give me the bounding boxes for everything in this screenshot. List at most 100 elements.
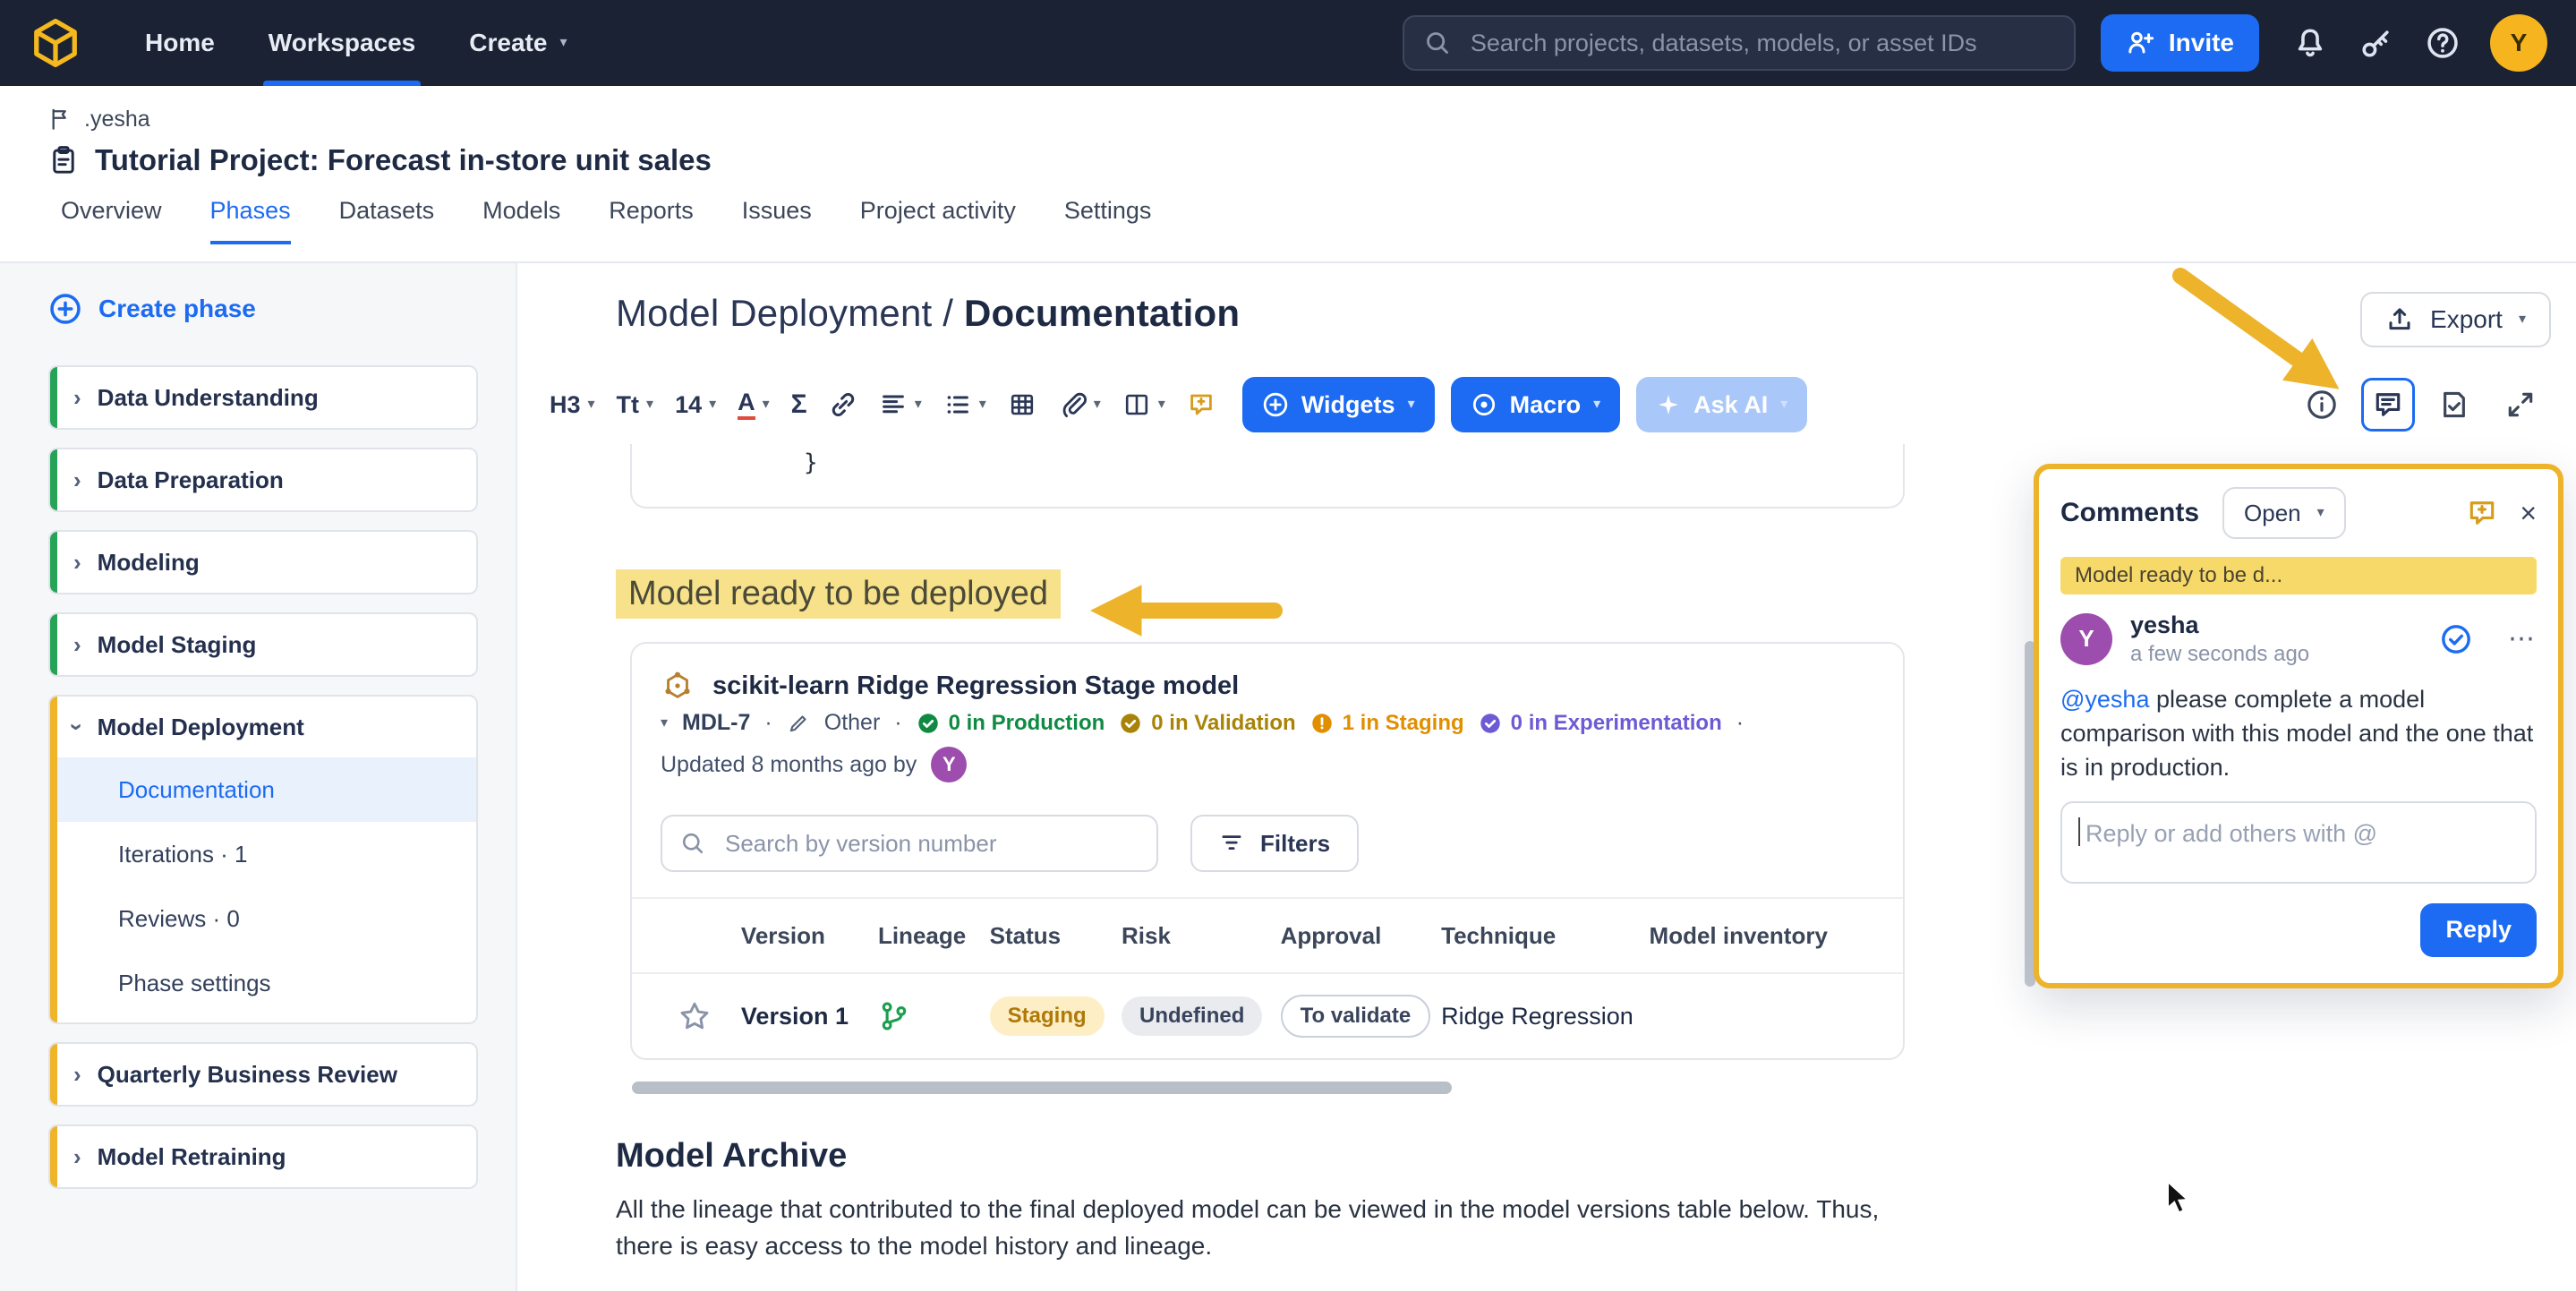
- help-button[interactable]: [2418, 19, 2467, 67]
- chevron-down-icon: ▾: [1158, 398, 1165, 412]
- code-block-tail[interactable]: }: [630, 444, 1905, 509]
- tab-datasets[interactable]: Datasets: [339, 197, 435, 244]
- tab-reports[interactable]: Reports: [609, 197, 694, 244]
- edit-icon[interactable]: [787, 712, 810, 735]
- phase-header-model-deployment[interactable]: ›Model Deployment: [50, 697, 476, 757]
- attachment-dropdown[interactable]: ▾: [1047, 378, 1112, 432]
- favorite-star-icon[interactable]: [678, 1000, 741, 1032]
- close-comments-button[interactable]: ×: [2520, 499, 2537, 527]
- comments-filter-dropdown[interactable]: Open▾: [2222, 487, 2346, 539]
- layout-dropdown[interactable]: ▾: [1112, 378, 1176, 432]
- sidebar-item-data-understanding[interactable]: ›Data Understanding: [48, 365, 478, 430]
- invite-button[interactable]: Invite: [2101, 14, 2259, 72]
- review-notes-button[interactable]: [2427, 378, 2481, 432]
- tab-models[interactable]: Models: [482, 197, 560, 244]
- filters-button[interactable]: Filters: [1190, 815, 1359, 872]
- column-header-approval[interactable]: Approval: [1281, 922, 1442, 950]
- list-dropdown[interactable]: ▾: [933, 378, 997, 432]
- ask-ai-button[interactable]: Ask AI▾: [1636, 377, 1807, 432]
- sidebar-item-quarterly-business-review[interactable]: ›Quarterly Business Review: [48, 1042, 478, 1107]
- info-button[interactable]: [2295, 378, 2349, 432]
- model-id[interactable]: MDL-7: [682, 710, 750, 736]
- chevron-down-icon[interactable]: ▾: [661, 716, 668, 731]
- comments-toggle-button[interactable]: [2361, 378, 2415, 432]
- sidebar-subitem-documentation[interactable]: Documentation: [50, 757, 476, 822]
- sidebar-item-modeling[interactable]: ›Modeling: [48, 530, 478, 594]
- global-search[interactable]: [1403, 15, 2076, 71]
- sidebar-subitem-reviews[interactable]: Reviews · 0: [50, 886, 476, 951]
- widgets-button[interactable]: Widgets▾: [1242, 377, 1435, 432]
- workspace-row: .yesha: [48, 104, 2576, 134]
- phase-status-bar: [50, 1126, 57, 1187]
- highlighted-heading[interactable]: Model ready to be deployed: [616, 569, 1061, 619]
- tab-phases[interactable]: Phases: [210, 197, 291, 244]
- nav-item-workspaces[interactable]: Workspaces: [242, 0, 442, 86]
- project-tabs: Overview Phases Datasets Models Reports …: [48, 197, 2576, 244]
- dot-separator: ·: [1736, 710, 1744, 736]
- sparkle-icon: [1656, 392, 1681, 417]
- column-header-technique[interactable]: Technique: [1441, 922, 1649, 950]
- version-search-input[interactable]: [721, 828, 1139, 859]
- column-header-status[interactable]: Status: [990, 922, 1122, 950]
- model-title[interactable]: scikit-learn Ridge Regression Stage mode…: [712, 671, 1239, 701]
- avatar-initial: Y: [943, 753, 956, 776]
- column-header-risk[interactable]: Risk: [1122, 922, 1281, 950]
- global-search-input[interactable]: [1467, 28, 2054, 59]
- insert-table-button[interactable]: [997, 378, 1047, 432]
- new-comment-button[interactable]: [2466, 497, 2498, 529]
- align-dropdown[interactable]: ▾: [868, 378, 933, 432]
- font-size-dropdown[interactable]: 14▾: [664, 378, 727, 432]
- fullscreen-button[interactable]: [2494, 378, 2547, 432]
- phase-subitems: Documentation Iterations · 1 Reviews · 0…: [50, 757, 476, 1022]
- api-keys-button[interactable]: [2352, 19, 2401, 67]
- sidebar-subitem-iterations[interactable]: Iterations · 1: [50, 822, 476, 886]
- archive-paragraph: All the lineage that contributed to the …: [616, 1192, 1880, 1264]
- link-button[interactable]: [818, 378, 868, 432]
- heading-style-dropdown[interactable]: H3▾: [539, 378, 606, 432]
- cell-lineage[interactable]: [878, 1000, 990, 1032]
- macro-button[interactable]: Macro▾: [1451, 377, 1621, 432]
- badge-label: 0 in Experimentation: [1511, 711, 1722, 736]
- formula-button[interactable]: Σ: [780, 378, 818, 432]
- cell-risk: Undefined: [1122, 996, 1281, 1036]
- comment-more-button[interactable]: ⋯: [2508, 623, 2537, 654]
- sidebar-item-data-preparation[interactable]: ›Data Preparation: [48, 448, 478, 512]
- user-avatar[interactable]: Y: [2490, 14, 2547, 72]
- comment-thread-reference[interactable]: Model ready to be d...: [2060, 557, 2537, 594]
- app-logo-icon[interactable]: [29, 16, 82, 70]
- nav-item-create[interactable]: Create▾: [442, 0, 593, 86]
- reply-input[interactable]: [2080, 818, 2517, 850]
- comment-mention[interactable]: @yesha: [2060, 686, 2149, 713]
- tab-settings[interactable]: Settings: [1064, 197, 1152, 244]
- column-header-model-inventory[interactable]: Model inventory: [1650, 922, 1903, 950]
- model-type: Other: [824, 710, 881, 736]
- nav-item-home[interactable]: Home: [118, 0, 242, 86]
- table-row[interactable]: Version 1 Staging Undefined To validate …: [632, 972, 1903, 1058]
- export-button[interactable]: Export ▾: [2360, 292, 2551, 347]
- workspace-name[interactable]: .yesha: [84, 107, 150, 133]
- reply-button[interactable]: Reply: [2420, 903, 2537, 957]
- text-color-dropdown[interactable]: A▾: [727, 378, 780, 432]
- column-header-lineage[interactable]: Lineage: [878, 922, 990, 950]
- version-search[interactable]: [661, 815, 1158, 872]
- sidebar-item-model-retraining[interactable]: ›Model Retraining: [48, 1124, 478, 1189]
- column-header-version[interactable]: Version: [741, 922, 878, 950]
- comment-body: @yesha please complete a model compariso…: [2060, 682, 2537, 785]
- tab-overview[interactable]: Overview: [61, 197, 162, 244]
- updated-by-avatar[interactable]: Y: [931, 747, 967, 782]
- tab-project-activity[interactable]: Project activity: [860, 197, 1016, 244]
- reply-input-box[interactable]: [2060, 801, 2537, 884]
- notifications-button[interactable]: [2286, 19, 2334, 67]
- horizontal-scrollbar[interactable]: [632, 1082, 1452, 1094]
- comment-plus-icon: [2466, 497, 2498, 529]
- breadcrumb-phase[interactable]: Model Deployment: [616, 292, 932, 334]
- add-comment-button[interactable]: [1176, 378, 1226, 432]
- font-family-dropdown[interactable]: Tt▾: [606, 378, 665, 432]
- resolve-comment-button[interactable]: [2440, 623, 2472, 655]
- sidebar-subitem-phase-settings[interactable]: Phase settings: [50, 951, 476, 1015]
- sidebar-item-model-staging[interactable]: ›Model Staging: [48, 612, 478, 677]
- chevron-down-icon: ▾: [1094, 398, 1101, 412]
- tab-issues[interactable]: Issues: [742, 197, 812, 244]
- create-phase-button[interactable]: Create phase: [48, 292, 516, 326]
- cell-version[interactable]: Version 1: [741, 1003, 878, 1030]
